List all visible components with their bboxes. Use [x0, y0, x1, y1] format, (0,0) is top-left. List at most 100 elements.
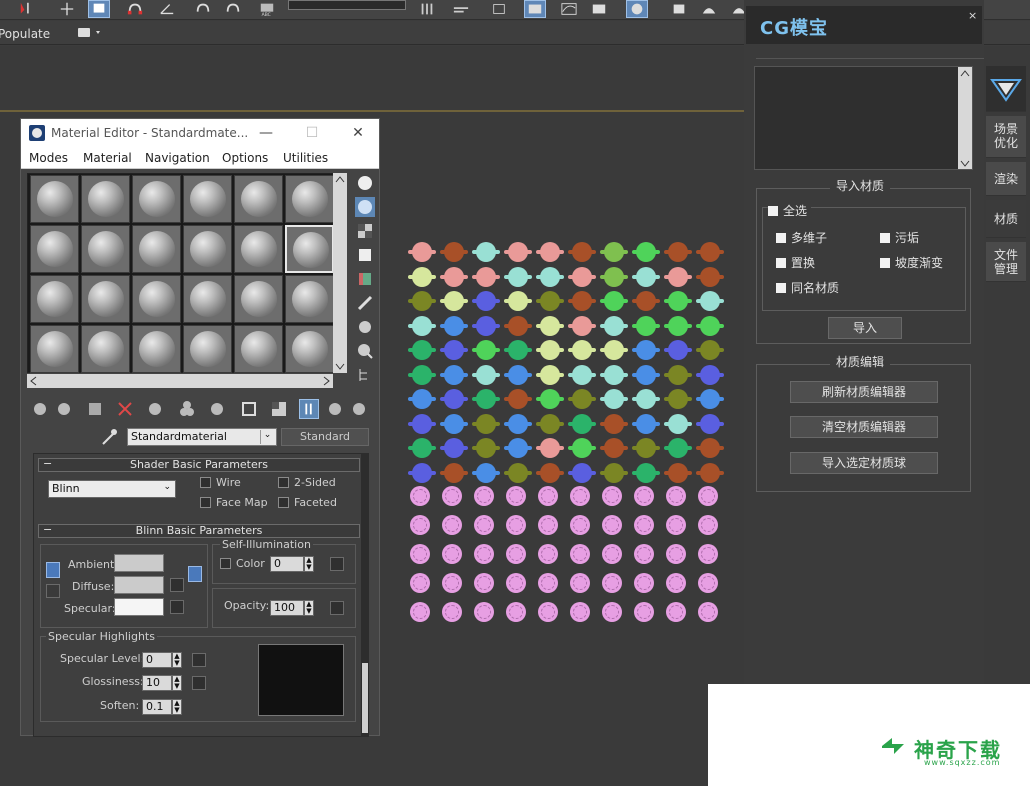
scene-sphere[interactable] [632, 462, 660, 483]
scene-sphere[interactable] [664, 242, 692, 262]
move-icon[interactable] [56, 0, 78, 18]
two-sided-checkbox[interactable] [278, 477, 289, 488]
scene-sphere[interactable] [440, 291, 468, 311]
sample-type-icon[interactable] [355, 173, 375, 193]
menu-utilities[interactable]: Utilities [283, 151, 328, 165]
cg-brand-tab[interactable] [986, 66, 1026, 112]
scene-sphere[interactable] [632, 266, 660, 287]
import-selected-material-button[interactable]: 导入选定材质球 [790, 452, 938, 474]
scene-sphere[interactable] [632, 340, 660, 360]
wire-checkbox[interactable] [200, 477, 211, 488]
specular-map-button[interactable] [170, 600, 184, 614]
scene-sphere[interactable] [600, 242, 628, 262]
material-slot[interactable] [81, 175, 130, 223]
material-type-button[interactable]: Standard [281, 428, 369, 446]
scene-sphere[interactable] [602, 602, 622, 622]
material-slot[interactable] [30, 275, 79, 323]
mirror-icon[interactable] [416, 0, 438, 18]
close-icon[interactable]: × [968, 9, 977, 22]
select-link-icon[interactable] [16, 0, 38, 18]
scene-sphere[interactable] [506, 486, 526, 506]
menu-modes[interactable]: Modes [29, 151, 68, 165]
opacity-value-field[interactable]: 100 [270, 600, 304, 616]
scene-sphere[interactable] [536, 242, 564, 262]
scene-sphere[interactable] [474, 602, 494, 622]
make-unique-icon[interactable] [177, 399, 197, 419]
diffuse-map-button[interactable] [170, 578, 184, 592]
copy-material-icon[interactable] [145, 399, 165, 419]
ambient-color-swatch[interactable] [114, 554, 164, 572]
scene-sphere[interactable] [664, 438, 692, 458]
percent-snap-icon[interactable] [192, 0, 214, 18]
scene-sphere[interactable] [536, 315, 564, 336]
align-icon[interactable] [450, 0, 472, 18]
sample-uv-tiling-icon[interactable] [355, 245, 375, 265]
material-slot[interactable] [234, 275, 283, 323]
import-button[interactable]: 导入 [828, 317, 902, 339]
render-setup-icon[interactable] [668, 0, 690, 18]
multi-sub-checkbox[interactable]: 多维子 [776, 229, 827, 246]
scene-sphere[interactable] [504, 242, 532, 262]
scene-sphere[interactable] [474, 486, 494, 506]
material-options-icon[interactable] [355, 317, 375, 337]
tab-scene-optimize[interactable]: 场景优化 [986, 116, 1026, 158]
material-map-navigator-icon[interactable] [355, 365, 375, 385]
ribbon-options-dropdown[interactable] [78, 27, 106, 39]
scene-sphere[interactable] [472, 413, 500, 434]
material-editor-titlebar[interactable]: Material Editor - Standardmate... — ☐ ✕ [21, 119, 379, 147]
self-illum-color-checkbox[interactable] [220, 558, 231, 569]
scene-sphere[interactable] [440, 242, 468, 262]
scene-sphere[interactable] [600, 364, 628, 385]
scene-sphere[interactable] [602, 544, 622, 564]
scene-sphere[interactable] [440, 315, 468, 336]
scene-sphere[interactable] [410, 602, 430, 622]
scene-sphere[interactable] [664, 364, 692, 385]
material-slot[interactable] [30, 175, 79, 223]
minimize-icon[interactable]: — [251, 123, 281, 143]
material-slot[interactable] [183, 325, 232, 373]
scene-sphere[interactable] [538, 544, 558, 564]
graphite-tools-icon[interactable] [524, 0, 546, 18]
scene-sphere[interactable] [666, 573, 686, 593]
scene-sphere[interactable] [440, 413, 468, 434]
scene-sphere[interactable] [602, 515, 622, 535]
material-slot[interactable] [183, 225, 232, 273]
go-to-parent-icon[interactable] [325, 399, 345, 419]
scene-sphere[interactable] [698, 486, 718, 506]
scene-sphere[interactable] [410, 486, 430, 506]
get-material-icon[interactable] [31, 399, 51, 419]
scene-sphere[interactable] [440, 462, 468, 483]
tab-material[interactable]: 材质 [986, 200, 1026, 238]
named-selection-set-dropdown[interactable] [288, 0, 406, 10]
material-slot[interactable] [30, 225, 79, 273]
slots-horizontal-scrollbar[interactable] [27, 374, 333, 388]
show-end-result-icon[interactable] [299, 399, 319, 419]
spinner-snap-icon[interactable] [222, 0, 244, 18]
slots-vertical-scrollbar[interactable] [333, 173, 347, 373]
scene-sphere[interactable] [666, 486, 686, 506]
material-slot[interactable] [285, 225, 334, 273]
faceted-checkbox[interactable] [278, 497, 289, 508]
edit-named-selection-icon[interactable]: ABC [256, 0, 278, 18]
scene-sphere[interactable] [410, 544, 430, 564]
glossiness-spinner[interactable]: ▲ ▼ [172, 675, 182, 691]
menu-options[interactable]: Options [222, 151, 268, 165]
scene-sphere[interactable] [600, 462, 628, 483]
scene-sphere[interactable] [568, 364, 596, 385]
rollout-scrollbar-thumb[interactable] [362, 663, 368, 733]
material-preview-list[interactable] [754, 66, 973, 170]
diffuse-color-swatch[interactable] [114, 576, 164, 594]
scene-sphere[interactable] [442, 486, 462, 506]
put-to-library-icon[interactable] [207, 399, 227, 419]
scene-sphere[interactable] [506, 602, 526, 622]
self-illum-map-button[interactable] [330, 557, 344, 571]
make-preview-icon[interactable] [355, 293, 375, 313]
eyedropper-icon[interactable] [99, 428, 119, 446]
scene-sphere[interactable] [538, 573, 558, 593]
scene-sphere[interactable] [600, 438, 628, 458]
lock-map-button[interactable] [188, 566, 202, 582]
scene-sphere[interactable] [472, 340, 500, 360]
material-editor-icon[interactable] [626, 0, 648, 18]
material-slot[interactable] [132, 325, 181, 373]
material-slot[interactable] [132, 225, 181, 273]
